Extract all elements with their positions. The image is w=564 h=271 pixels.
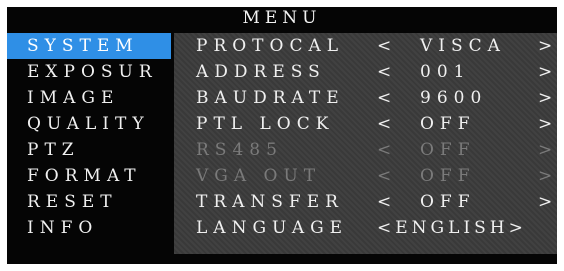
category-item-format[interactable]: FORMAT: [7, 163, 171, 189]
setting-value[interactable]: <ENGLISH>: [377, 215, 527, 241]
category-item-system[interactable]: SYSTEM: [7, 33, 171, 59]
setting-value: 9600: [420, 88, 488, 108]
setting-row-address[interactable]: ADDRESS < 001 >: [174, 59, 557, 85]
decrease-arrow[interactable]: <: [377, 111, 397, 137]
decrease-arrow[interactable]: <: [377, 33, 397, 59]
increase-arrow[interactable]: >: [538, 85, 557, 111]
setting-label: VGA OUT: [196, 166, 322, 186]
settings-panel: PROTOCAL < VISCA > ADDRESS < 001 > BAUDR…: [174, 33, 557, 254]
category-item-image[interactable]: IMAGE: [7, 85, 171, 111]
increase-arrow[interactable]: >: [538, 111, 557, 137]
increase-arrow[interactable]: >: [538, 59, 557, 85]
setting-label: ADDRESS: [196, 62, 326, 82]
setting-label: PROTOCAL: [196, 36, 345, 56]
decrease-arrow[interactable]: <: [377, 189, 397, 215]
setting-row-rs485: RS485 < OFF >: [174, 137, 557, 163]
setting-row-transfer[interactable]: TRANSFER < OFF >: [174, 189, 557, 215]
setting-value: VISCA: [420, 36, 506, 56]
decrease-arrow[interactable]: <: [377, 85, 397, 111]
setting-value: 001: [420, 62, 471, 82]
setting-label: LANGUAGE: [196, 218, 349, 238]
category-item-ptz[interactable]: PTZ: [7, 137, 171, 163]
increase-arrow[interactable]: >: [538, 189, 557, 215]
setting-row-ptl-lock[interactable]: PTL LOCK < OFF >: [174, 111, 557, 137]
setting-label: RS485: [196, 140, 283, 160]
category-list: SYSTEM EXPOSUR IMAGE QUALITY PTZ FORMAT …: [7, 33, 171, 241]
increase-arrow: >: [538, 166, 557, 186]
setting-row-baudrate[interactable]: BAUDRATE < 9600 >: [174, 85, 557, 111]
decrease-arrow: <: [377, 166, 398, 186]
increase-arrow[interactable]: >: [538, 33, 557, 59]
setting-label: PTL LOCK: [196, 114, 335, 134]
setting-row-protocal[interactable]: PROTOCAL < VISCA >: [174, 33, 557, 59]
setting-row-vga-out: VGA OUT < OFF >: [174, 163, 557, 189]
setting-value: OFF: [420, 166, 476, 186]
category-item-quality[interactable]: QUALITY: [7, 111, 171, 137]
category-item-info[interactable]: INFO: [7, 215, 171, 241]
setting-label: BAUDRATE: [196, 88, 345, 108]
setting-value: OFF: [420, 114, 476, 134]
setting-row-language[interactable]: LANGUAGE <ENGLISH>: [174, 215, 557, 241]
category-item-reset[interactable]: RESET: [7, 189, 171, 215]
osd-menu-window: MENU SYSTEM EXPOSUR IMAGE QUALITY PTZ FO…: [7, 7, 557, 264]
setting-value: OFF: [420, 192, 476, 212]
decrease-arrow: <: [377, 140, 398, 160]
setting-label: TRANSFER: [196, 192, 344, 212]
menu-title: MENU: [242, 8, 322, 28]
increase-arrow: >: [538, 140, 557, 160]
decrease-arrow[interactable]: <: [377, 59, 397, 85]
category-item-exposure[interactable]: EXPOSUR: [7, 59, 171, 85]
setting-value: OFF: [420, 140, 476, 160]
menu-footer-bar: [7, 254, 557, 264]
